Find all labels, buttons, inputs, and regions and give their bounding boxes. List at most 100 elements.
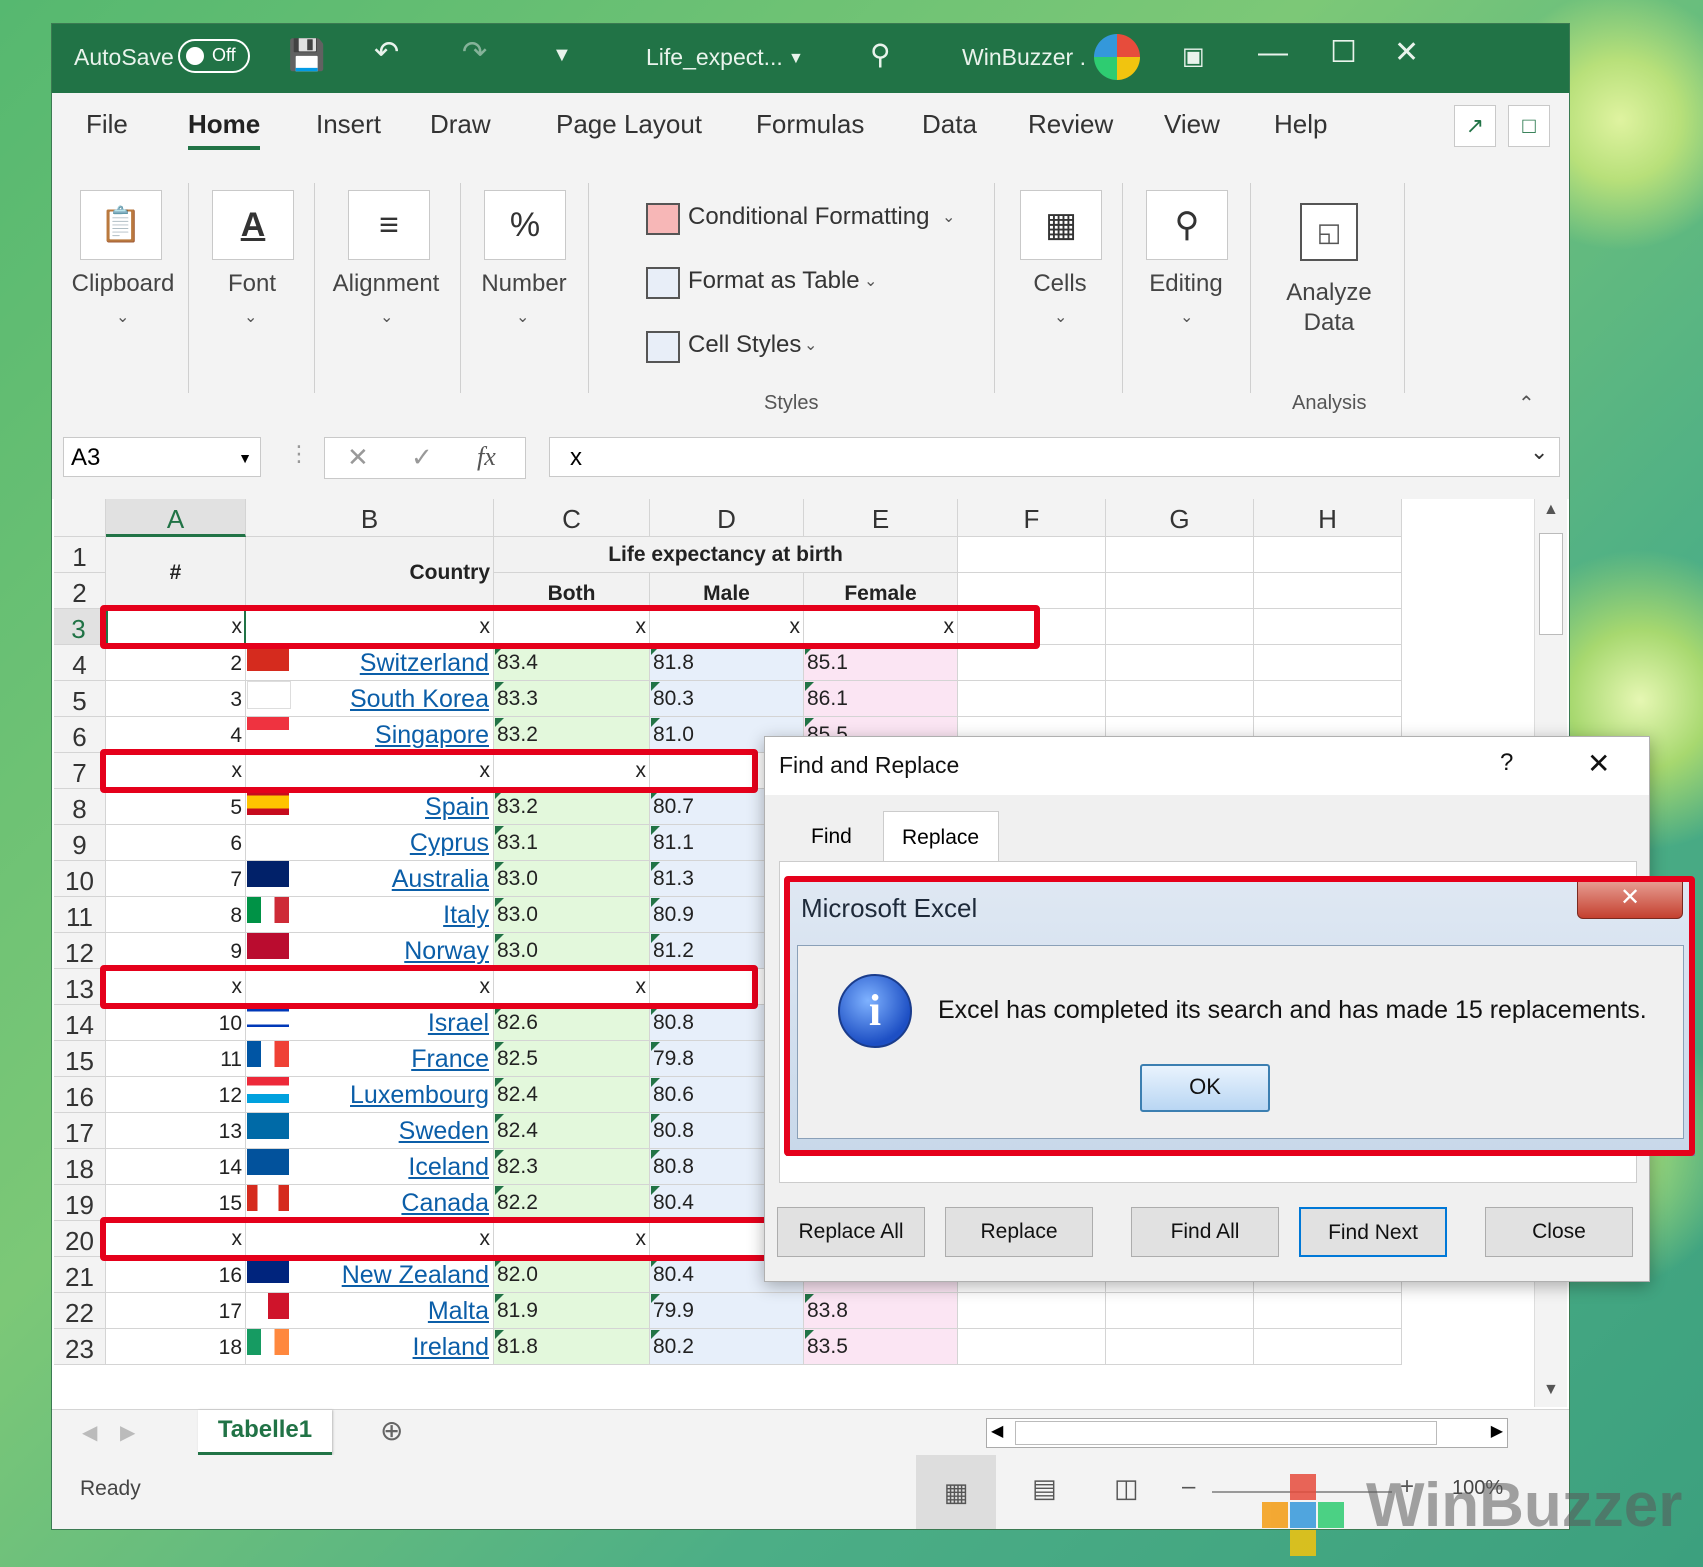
error-indicator-icon[interactable]	[651, 682, 660, 691]
cancel-icon[interactable]: ✕	[347, 442, 369, 473]
both-cell[interactable]: 83.4	[494, 645, 650, 681]
enter-icon[interactable]: ✓	[411, 442, 433, 473]
row-header-15[interactable]: 15	[54, 1041, 106, 1077]
country-cell[interactable]: Sweden	[246, 1113, 494, 1149]
column-header-a[interactable]: A	[106, 499, 246, 537]
error-indicator-icon[interactable]	[651, 1078, 660, 1087]
rank-cell[interactable]: 4	[106, 717, 246, 753]
formula-input[interactable]: x	[549, 437, 1560, 477]
scroll-right-icon[interactable]: ▶	[1491, 1421, 1503, 1441]
account-name[interactable]: WinBuzzer .	[962, 44, 1086, 71]
error-indicator-icon[interactable]	[651, 718, 660, 727]
empty-cell[interactable]	[958, 1329, 1106, 1365]
alignment-label[interactable]: Alignment	[322, 270, 450, 298]
column-header-h[interactable]: H	[1254, 499, 1402, 537]
country-link[interactable]: Switzerland	[360, 649, 489, 678]
error-indicator-icon[interactable]	[495, 1114, 504, 1123]
tab-data[interactable]: Data	[922, 109, 977, 140]
country-cell[interactable]: South Korea	[246, 681, 494, 717]
country-link[interactable]: Ireland	[413, 1333, 489, 1362]
both-cell[interactable]: 82.2	[494, 1185, 650, 1221]
tab-insert[interactable]: Insert	[316, 109, 381, 140]
filename-dropdown-icon[interactable]: ▼	[788, 44, 804, 74]
error-indicator-icon[interactable]	[495, 1294, 504, 1303]
customize-qat-icon[interactable]: ▼	[552, 40, 572, 70]
chevron-down-icon[interactable]: ⌄	[244, 307, 257, 327]
both-cell[interactable]: 83.2	[494, 717, 650, 753]
country-cell[interactable]: Singapore	[246, 717, 494, 753]
country-link[interactable]: Spain	[425, 793, 489, 822]
row-header-14[interactable]: 14	[54, 1005, 106, 1041]
error-indicator-icon[interactable]	[495, 1078, 504, 1087]
header-both[interactable]: Both	[494, 573, 650, 609]
female-cell[interactable]: 83.8	[804, 1293, 958, 1329]
chevron-down-icon[interactable]: ⌄	[1054, 307, 1067, 327]
chevron-down-icon[interactable]: ⌄	[864, 271, 877, 291]
rank-cell[interactable]: 2	[106, 645, 246, 681]
close-button[interactable]: Close	[1485, 1207, 1633, 1257]
column-header-e[interactable]: E	[804, 499, 958, 537]
empty-cell[interactable]	[1106, 1329, 1254, 1365]
scroll-right-sheets-icon[interactable]: ▶	[120, 1420, 135, 1445]
autosave-toggle[interactable]: Off	[178, 39, 250, 73]
row-header-21[interactable]: 21	[54, 1257, 106, 1293]
both-cell[interactable]: 82.5	[494, 1041, 650, 1077]
rank-cell[interactable]: 9	[106, 933, 246, 969]
share-icon[interactable]: ↗	[1454, 105, 1496, 147]
chevron-down-icon[interactable]: ⌄	[380, 307, 393, 327]
empty-cell[interactable]	[1106, 1293, 1254, 1329]
error-indicator-icon[interactable]	[651, 934, 660, 943]
row-header-2[interactable]: 2	[54, 573, 106, 609]
add-sheet-icon[interactable]: ⊕	[380, 1414, 403, 1447]
error-indicator-icon[interactable]	[495, 682, 504, 691]
error-indicator-icon[interactable]	[495, 898, 504, 907]
scroll-up-icon[interactable]: ▲	[1543, 501, 1559, 519]
rank-cell[interactable]: 5	[106, 789, 246, 825]
scroll-left-sheets-icon[interactable]: ◀	[82, 1420, 97, 1445]
expand-formula-bar-icon[interactable]: ⌄	[1530, 439, 1548, 465]
rank-cell[interactable]: 6	[106, 825, 246, 861]
empty-cell[interactable]	[1106, 645, 1254, 681]
error-indicator-icon[interactable]	[495, 934, 504, 943]
file-name[interactable]: Life_expect...	[646, 44, 783, 71]
chevron-down-icon[interactable]: ▼	[238, 438, 252, 478]
country-cell[interactable]: Canada	[246, 1185, 494, 1221]
row-header-20[interactable]: 20	[54, 1221, 106, 1257]
tab-formulas[interactable]: Formulas	[756, 109, 864, 140]
row-header-22[interactable]: 22	[54, 1293, 106, 1329]
row-header-1[interactable]: 1	[54, 537, 106, 573]
insert-function-icon[interactable]: fx	[477, 442, 496, 472]
tab-home[interactable]: Home	[188, 109, 261, 150]
country-link[interactable]: Israel	[428, 1009, 489, 1038]
close-icon[interactable]: ✕	[1394, 38, 1419, 68]
format-as-table-button[interactable]: Format as Table	[688, 267, 860, 295]
help-icon[interactable]: ?	[1500, 749, 1513, 777]
both-cell[interactable]: 83.0	[494, 933, 650, 969]
cells-label[interactable]: Cells	[1010, 270, 1110, 298]
country-link[interactable]: New Zealand	[342, 1261, 489, 1290]
undo-icon[interactable]: ↶	[374, 38, 399, 68]
column-header-c[interactable]: C	[494, 499, 650, 537]
tab-review[interactable]: Review	[1028, 109, 1113, 140]
error-indicator-icon[interactable]	[495, 862, 504, 871]
row-header-16[interactable]: 16	[54, 1077, 106, 1113]
country-cell[interactable]: Malta	[246, 1293, 494, 1329]
error-indicator-icon[interactable]	[495, 826, 504, 835]
country-cell[interactable]: Iceland	[246, 1149, 494, 1185]
country-link[interactable]: Norway	[404, 937, 489, 966]
female-cell[interactable]: 86.1	[804, 681, 958, 717]
conditional-formatting-button[interactable]: Conditional Formatting	[688, 203, 929, 231]
search-icon[interactable]: ⚲	[870, 40, 891, 70]
analyze-data-icon[interactable]: ◱	[1300, 203, 1358, 261]
empty-cell[interactable]	[958, 573, 1106, 609]
maximize-icon[interactable]: ☐	[1330, 38, 1357, 68]
rank-cell[interactable]: 8	[106, 897, 246, 933]
country-link[interactable]: Italy	[443, 901, 489, 930]
scroll-down-icon[interactable]: ▼	[1543, 1381, 1559, 1399]
error-indicator-icon[interactable]	[651, 1150, 660, 1159]
scroll-thumb[interactable]	[1015, 1421, 1437, 1445]
column-header-b[interactable]: B	[246, 499, 494, 537]
replace-button[interactable]: Replace	[945, 1207, 1093, 1257]
row-header-18[interactable]: 18	[54, 1149, 106, 1185]
percent-icon[interactable]: %	[484, 190, 566, 260]
